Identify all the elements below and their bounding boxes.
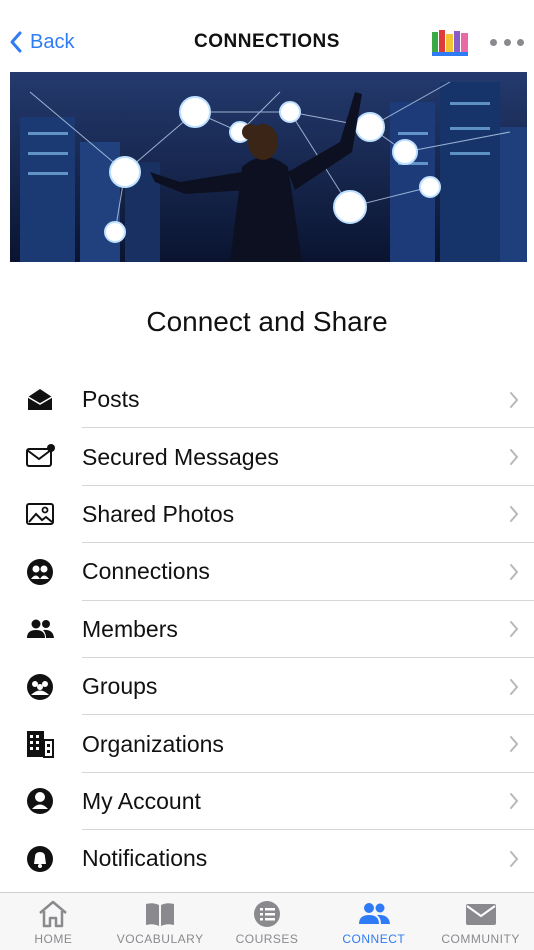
list-icon [253,901,280,927]
chevron-right-icon [510,506,519,523]
section-heading: Connect and Share [146,306,388,337]
menu-item-label: Notifications [82,845,208,872]
chevron-right-icon [510,621,519,638]
tab-bar: HOME VOCABULARY COURSES CONNECT COMMUNIT… [0,892,534,950]
book-icon [146,903,175,926]
tab-home[interactable]: HOME [0,893,107,950]
chevron-right-icon [510,391,519,408]
tab-label: COMMUNITY [441,932,520,946]
tab-connect[interactable]: CONNECT [320,893,427,950]
menu-item-label: Organizations [82,730,224,757]
chevron-right-icon [510,449,519,466]
menu-item-label: Shared Photos [82,500,235,527]
chevron-right-icon [510,563,519,580]
more-dots-icon[interactable] [490,34,524,50]
tab-community[interactable]: COMMUNITY [427,893,534,950]
connections-icon [24,556,56,588]
tab-vocabulary[interactable]: VOCABULARY [107,893,214,950]
mail-notification-icon [24,441,56,473]
people-icon [358,903,390,924]
bell-icon [24,843,56,875]
building-icon [24,728,56,760]
menu-item-groups[interactable]: Groups [0,658,534,716]
tab-label: HOME [34,932,73,946]
photo-icon [24,498,56,530]
menu-item-label: Secured Messages [82,443,279,470]
members-icon [24,613,56,645]
account-icon [24,785,56,817]
envelope-icon [465,904,496,925]
home-icon [39,900,68,928]
menu-item-shared-photos[interactable]: Shared Photos [0,486,534,544]
groups-icon [24,671,56,703]
app-logo [432,30,468,56]
menu-item-members[interactable]: Members [0,601,534,658]
chevron-right-icon [510,793,519,810]
menu-list: Posts Secured Messages Shared Photos Con… [0,371,534,888]
menu-item-label: Members [82,615,178,642]
menu-item-notifications[interactable]: Notifications [0,830,534,887]
menu-item-label: Connections [82,558,210,585]
menu-item-my-account[interactable]: My Account [0,773,534,831]
chevron-right-icon [510,850,519,867]
chevron-right-icon [510,736,519,753]
menu-item-organizations[interactable]: Organizations [0,715,534,773]
tab-label: VOCABULARY [116,932,204,946]
network-hero-image [10,72,527,262]
envelope-open-icon [24,384,56,416]
menu-item-connections[interactable]: Connections [0,543,534,601]
menu-item-label: My Account [82,787,201,814]
tab-courses[interactable]: COURSES [214,893,321,950]
tab-label: CONNECT [342,932,406,946]
chevron-right-icon [510,678,519,695]
menu-item-secured-messages[interactable]: Secured Messages [0,428,534,486]
menu-item-posts[interactable]: Posts [0,371,534,429]
tab-label: COURSES [235,932,299,946]
nav-header: Back CONNECTIONS [0,0,534,72]
menu-item-label: Groups [82,673,158,700]
menu-item-label: Posts [82,386,140,413]
